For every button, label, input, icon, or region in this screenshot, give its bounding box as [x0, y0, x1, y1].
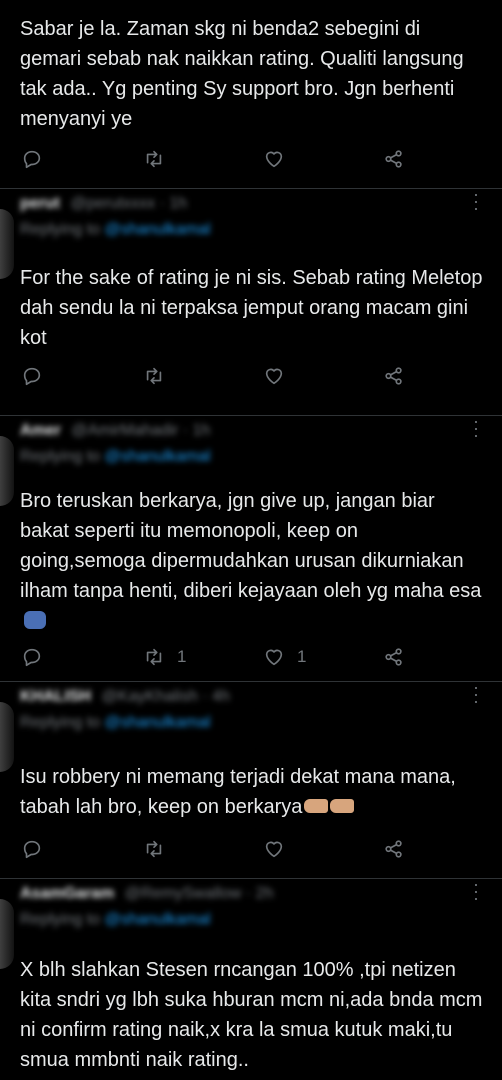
like-button[interactable]: 1: [263, 642, 306, 672]
retweet-icon: [146, 150, 162, 168]
more-icon[interactable]: · · ·: [466, 412, 486, 446]
like-icon: [265, 151, 283, 168]
like-count: 1: [297, 647, 307, 666]
author-name[interactable]: KHALISH: [20, 688, 91, 705]
like-icon: [265, 368, 283, 385]
like-button[interactable]: [263, 361, 297, 391]
replying-to-handle[interactable]: @shanulkamal: [105, 448, 211, 465]
tweet-header: AsamGaram @RemySwallow · 2h: [20, 885, 462, 905]
reply-icon: [23, 840, 41, 859]
replying-to: Replying to @shanulkamal: [20, 221, 442, 241]
avatar[interactable]: [0, 436, 14, 506]
share-button[interactable]: [383, 361, 405, 391]
left-fist-emoji-icon: [304, 799, 329, 813]
author-handle[interactable]: @perutxxxx · 1h: [70, 195, 187, 212]
replying-to-label: Replying to: [20, 911, 101, 928]
more-icon[interactable]: · · ·: [466, 678, 486, 712]
author-handle[interactable]: @KayKhalish · 4h: [102, 688, 230, 705]
author-name[interactable]: AsamGaram: [20, 885, 114, 902]
replying-to-handle[interactable]: @shanulkamal: [105, 911, 211, 928]
share-button[interactable]: [383, 642, 405, 672]
author-name[interactable]: Amer: [20, 422, 61, 439]
avatar[interactable]: [0, 702, 14, 772]
tweet-actions: [0, 361, 502, 391]
reply-button[interactable]: [21, 642, 43, 672]
replying-to: Replying to @shanulkamal: [20, 911, 442, 931]
tweet-actions: [0, 834, 502, 864]
tweet-text: Sabar je la. Zaman skg ni benda2 sebegin…: [20, 18, 464, 130]
author-handle[interactable]: @RemySwallow · 2h: [125, 885, 274, 902]
tweet[interactable]: KHALISH @KayKhalish · 4h · · · Replying to…: [0, 678, 502, 879]
tweet[interactable]: perut @perutxxxx · 1h · · · Replying to @s…: [0, 185, 502, 416]
tweet-header: perut @perutxxxx · 1h: [20, 195, 462, 215]
reply-icon: [23, 150, 41, 169]
reply-button[interactable]: [21, 361, 43, 391]
share-icon: [385, 840, 402, 858]
right-fist-emoji-icon: [330, 799, 355, 813]
share-icon: [385, 367, 402, 385]
avatar[interactable]: [0, 899, 14, 969]
reply-button[interactable]: [21, 144, 43, 174]
tweet-text: Isu robbery ni memang terjadi dekat mana…: [20, 762, 484, 822]
more-icon[interactable]: · · ·: [466, 185, 486, 219]
retweet-button[interactable]: [143, 144, 177, 174]
share-icon: [385, 648, 402, 666]
retweet-button[interactable]: 1: [143, 642, 186, 672]
retweet-count: 1: [177, 647, 187, 666]
author-name[interactable]: perut: [20, 195, 60, 212]
tweet-actions: [0, 144, 502, 174]
tweet-actions: 1 1: [0, 642, 502, 672]
tweet-text-content: Isu robbery ni memang terjadi dekat mana…: [20, 766, 456, 818]
share-button[interactable]: [383, 834, 405, 864]
tweet-header: Amer @AmirMahadir · 1h: [20, 422, 462, 442]
tweet[interactable]: AsamGaram @RemySwallow · 2h · · · Replying…: [0, 875, 502, 1080]
like-icon: [265, 841, 283, 858]
like-icon: [265, 649, 283, 666]
like-button[interactable]: [263, 834, 297, 864]
reply-button[interactable]: [21, 834, 43, 864]
replying-to: Replying to @shanulkamal: [20, 714, 442, 734]
people-hugging-emoji-icon: [24, 611, 46, 629]
replying-to-handle[interactable]: @shanulkamal: [105, 714, 211, 731]
tweet[interactable]: Sabar je la. Zaman skg ni benda2 sebegin…: [0, 0, 502, 189]
replying-to-label: Replying to: [20, 448, 101, 465]
replying-to: Replying to @shanulkamal: [20, 448, 442, 468]
tweet-text: Bro teruskan berkarya, jgn give up, jang…: [20, 486, 484, 636]
share-button[interactable]: [383, 144, 405, 174]
tweet-text: X blh slahkan Stesen rncangan 100% ,tpi …: [20, 959, 483, 1071]
tweet[interactable]: Amer @AmirMahadir · 1h · · · Replying to @…: [0, 412, 502, 682]
replying-to-label: Replying to: [20, 714, 101, 731]
retweet-icon: [146, 648, 162, 666]
replying-to-label: Replying to: [20, 221, 101, 238]
author-handle[interactable]: @AmirMahadir · 1h: [71, 422, 210, 439]
retweet-icon: [146, 367, 162, 385]
more-icon[interactable]: · · ·: [466, 875, 486, 909]
avatar[interactable]: [0, 209, 14, 279]
retweet-button[interactable]: [143, 834, 177, 864]
tweet-text: For the sake of rating je ni sis. Sebab …: [20, 267, 483, 349]
reply-icon: [23, 648, 41, 667]
retweet-icon: [146, 840, 162, 858]
retweet-button[interactable]: [143, 361, 177, 391]
tweet-header: KHALISH @KayKhalish · 4h: [20, 688, 462, 708]
like-button[interactable]: [263, 144, 297, 174]
share-icon: [385, 150, 402, 168]
reply-icon: [23, 367, 41, 386]
tweet-text-content: Bro teruskan berkarya, jgn give up, jang…: [20, 490, 482, 602]
replying-to-handle[interactable]: @shanulkamal: [105, 221, 211, 238]
